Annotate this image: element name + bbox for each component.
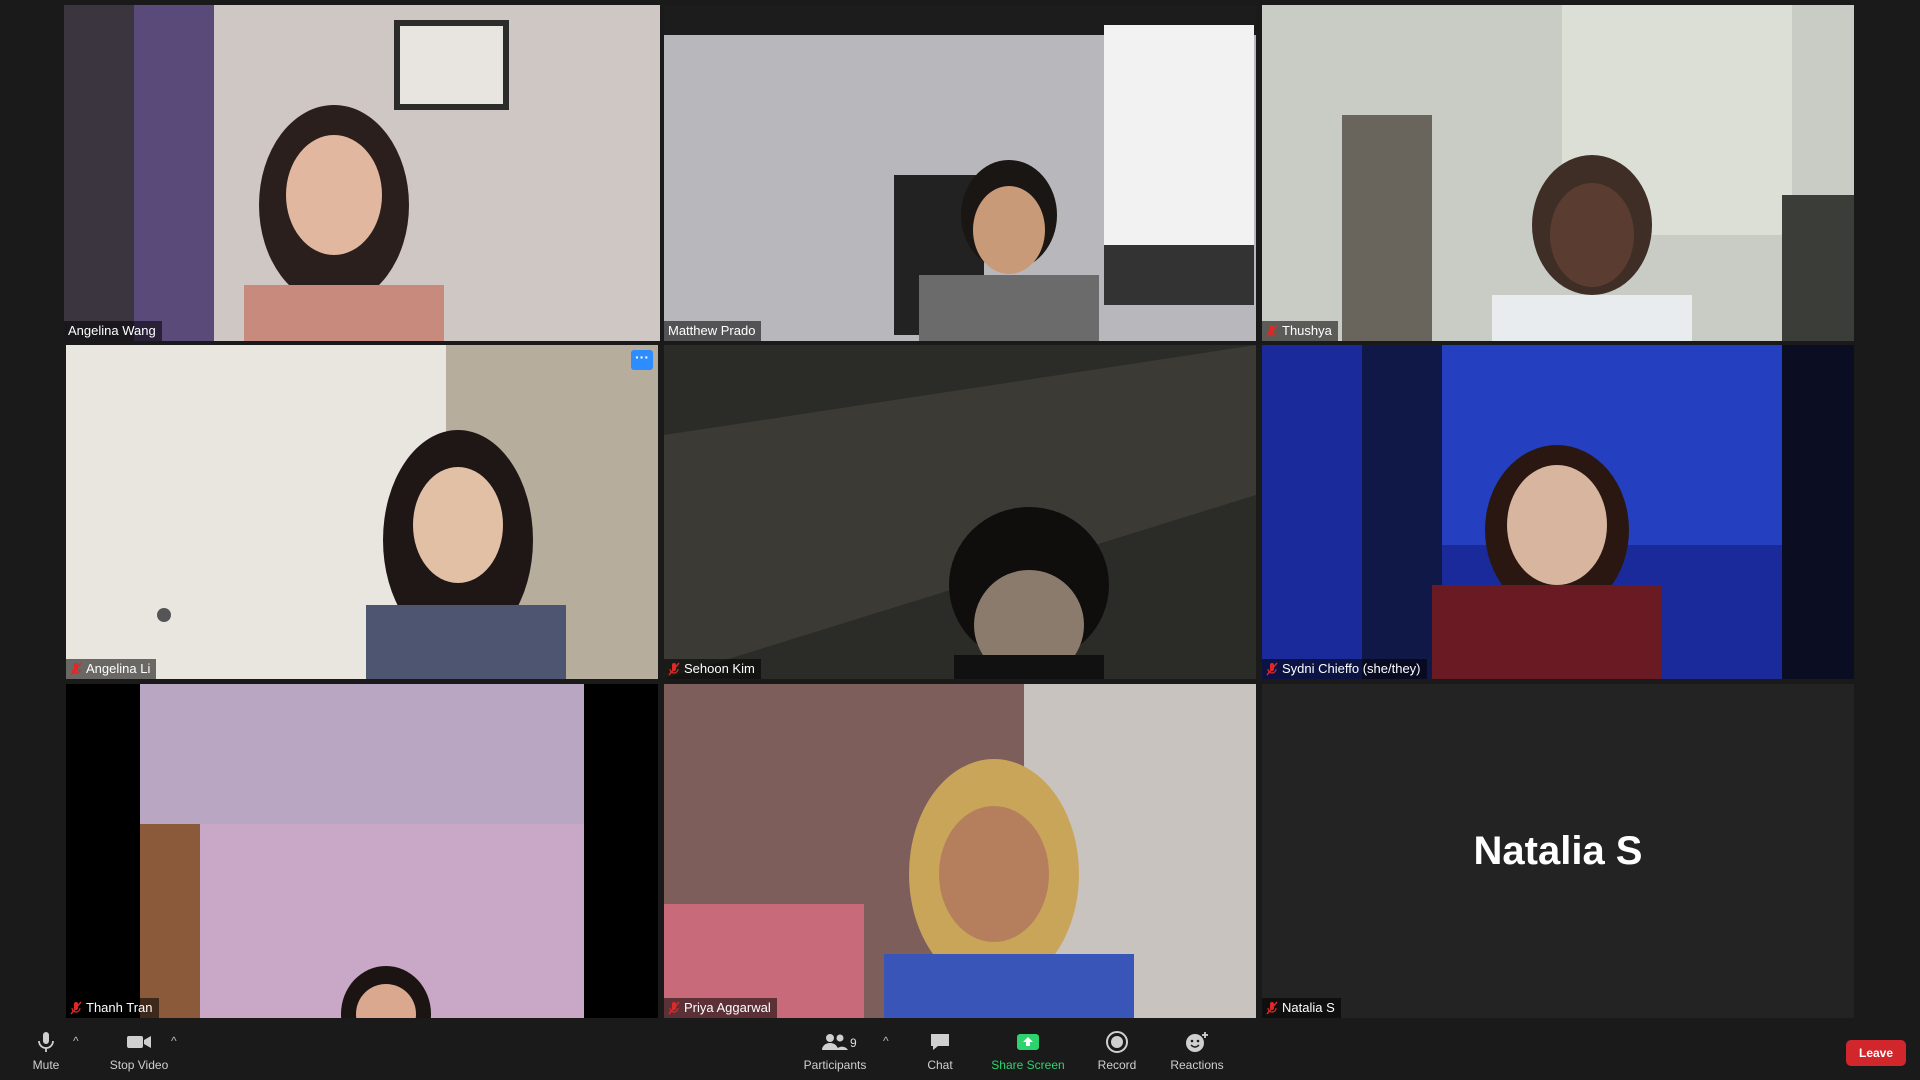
video-tile-angelina-wang[interactable]: Angelina Wang — [64, 5, 660, 341]
video-options-caret[interactable]: ^ — [171, 1034, 177, 1048]
participants-button[interactable]: Participants — [798, 1030, 872, 1078]
participant-name: Angelina Wang — [68, 323, 156, 338]
video-feed — [66, 345, 658, 679]
reactions-label: Reactions — [1170, 1058, 1224, 1072]
video-tile-thushya[interactable]: Thushya — [1262, 5, 1854, 341]
mute-button[interactable]: Mute — [22, 1030, 70, 1078]
video-gallery: Angelina Wang Matthew Prado Thushya ··· … — [0, 0, 1920, 1020]
share-screen-button[interactable]: Share Screen — [990, 1030, 1066, 1078]
video-feed — [664, 5, 1256, 341]
participant-name: Thanh Tran — [86, 1000, 153, 1015]
participant-name: Thushya — [1282, 323, 1332, 338]
participant-name: Sehoon Kim — [684, 661, 755, 676]
participant-name: Priya Aggarwal — [684, 1000, 771, 1015]
participant-nametag: Angelina Li — [66, 659, 157, 679]
participant-nametag: Natalia S — [1262, 998, 1341, 1018]
chat-bubble-icon — [931, 1034, 949, 1050]
participant-nametag: Priya Aggarwal — [664, 998, 777, 1018]
video-tile-matthew-prado[interactable]: Matthew Prado — [664, 5, 1256, 341]
video-tile-thanh-tran[interactable]: Thanh Tran — [66, 684, 658, 1018]
participant-nametag: Sydni Chieffo (she/they) — [1262, 659, 1427, 679]
video-feed — [1262, 5, 1854, 341]
participant-nametag: Angelina Wang — [64, 321, 162, 341]
smiley-plus-icon — [1186, 1032, 1208, 1052]
chat-label: Chat — [927, 1058, 953, 1072]
muted-mic-icon — [668, 662, 680, 676]
stop-video-label: Stop Video — [109, 1058, 169, 1072]
chat-button[interactable]: Chat — [920, 1030, 960, 1078]
record-circle-icon — [1106, 1031, 1128, 1053]
participant-nametag: Matthew Prado — [664, 321, 762, 341]
video-tile-angelina-li[interactable]: ··· Angelina Li — [66, 345, 658, 679]
video-feed — [66, 684, 658, 1018]
muted-mic-icon — [668, 1001, 680, 1015]
video-feed — [1262, 345, 1854, 679]
participant-name: Natalia S — [1282, 1000, 1335, 1015]
video-tile-natalia-s[interactable]: Natalia S Natalia S — [1262, 684, 1854, 1018]
participant-name: Sydni Chieffo (she/they) — [1282, 661, 1421, 676]
reactions-button[interactable]: Reactions — [1170, 1030, 1224, 1078]
participant-nametag: Thanh Tran — [66, 998, 159, 1018]
people-icon — [822, 1034, 848, 1050]
video-feed — [64, 5, 660, 341]
record-label: Record — [1097, 1058, 1137, 1072]
muted-mic-icon — [1266, 1001, 1278, 1015]
video-tile-priya-aggarwal[interactable]: Priya Aggarwal — [664, 684, 1256, 1018]
participant-nametag: Thushya — [1262, 321, 1338, 341]
video-tile-sydni-chieffo[interactable]: Sydni Chieffo (she/they) — [1262, 345, 1854, 679]
stop-video-button[interactable]: Stop Video — [104, 1030, 174, 1078]
participants-count: 9 — [850, 1036, 857, 1050]
share-screen-arrow-icon — [1017, 1034, 1039, 1050]
audio-options-caret[interactable]: ^ — [73, 1034, 79, 1048]
video-off-display-name: Natalia S — [1473, 828, 1643, 873]
participant-name: Angelina Li — [86, 661, 151, 676]
participants-label: Participants — [803, 1058, 867, 1072]
muted-mic-icon — [70, 662, 82, 676]
participants-options-caret[interactable]: ^ — [883, 1034, 889, 1048]
tile-more-options-button[interactable]: ··· — [631, 350, 653, 370]
leave-button[interactable]: Leave — [1846, 1040, 1906, 1066]
share-screen-label: Share Screen — [991, 1058, 1065, 1072]
meeting-toolbar: Mute ^ Stop Video ^ Participants 9 ^ Cha… — [0, 1020, 1920, 1080]
muted-mic-icon — [1266, 324, 1278, 338]
video-camera-icon — [127, 1036, 151, 1048]
muted-mic-icon — [1266, 662, 1278, 676]
record-button[interactable]: Record — [1096, 1030, 1138, 1078]
mute-label: Mute — [32, 1058, 60, 1072]
participant-name: Matthew Prado — [668, 323, 756, 338]
video-tile-sehoon-kim[interactable]: Sehoon Kim — [664, 345, 1256, 679]
video-feed — [664, 345, 1256, 679]
muted-mic-icon — [70, 1001, 82, 1015]
microphone-icon — [38, 1032, 54, 1052]
participant-nametag: Sehoon Kim — [664, 659, 761, 679]
video-feed — [664, 684, 1256, 1018]
